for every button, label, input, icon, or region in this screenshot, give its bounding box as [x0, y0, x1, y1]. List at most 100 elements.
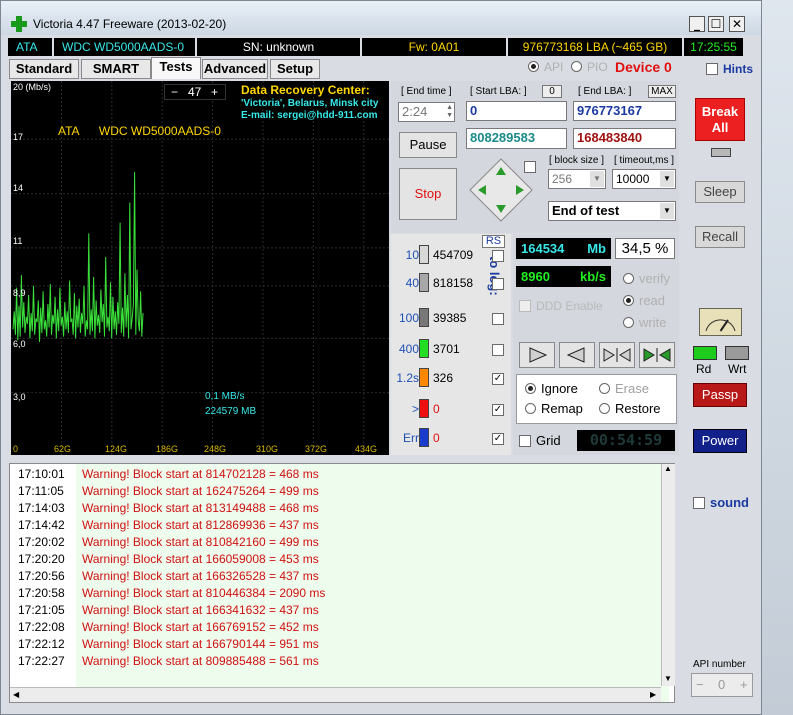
block-row: 400 3701 — [391, 339, 511, 361]
log-checkbox[interactable] — [492, 250, 504, 262]
end-action-value: End of test — [552, 203, 620, 218]
api-number-stepper[interactable]: − 0 + — [691, 673, 753, 697]
maximize-button[interactable]: ☐ — [708, 16, 724, 32]
close-button[interactable]: ✕ — [729, 16, 745, 32]
log-checkbox[interactable]: ✓ — [492, 433, 504, 445]
y-tick: 8,9 — [13, 288, 26, 298]
spin-down-icon[interactable]: − — [171, 85, 178, 99]
block-color-indicator — [419, 428, 429, 447]
tab-tests[interactable]: Tests — [151, 57, 201, 79]
log-checkbox[interactable]: ✓ — [492, 404, 504, 416]
log-vertical-scrollbar[interactable]: ▲ ▼ — [661, 464, 675, 686]
device-label[interactable]: Device 0 — [615, 59, 672, 75]
stop-button[interactable]: Stop — [399, 168, 457, 220]
end-lba-label: [ End LBA: ] — [578, 86, 632, 97]
speed-scale-spinner[interactable]: − 47 + — [164, 84, 226, 100]
tab-advanced[interactable]: Advanced — [202, 59, 268, 79]
block-count: 326 — [433, 371, 454, 385]
write-led — [725, 346, 749, 360]
direction-checkbox[interactable] — [524, 161, 536, 173]
sound-checkbox[interactable]: sound — [693, 495, 749, 510]
scroll-up-icon[interactable]: ▲ — [664, 464, 672, 473]
block-time-label: > — [411, 402, 419, 416]
log-checkbox[interactable] — [492, 278, 504, 290]
scroll-down-icon[interactable]: ▼ — [664, 674, 672, 683]
model-label: WDC WD5000AADS-0 — [54, 38, 197, 56]
ignore-radio[interactable]: Ignore — [525, 381, 578, 396]
y-tick: 17 — [13, 132, 24, 142]
erase-label: Erase — [615, 381, 649, 396]
app-icon — [11, 16, 27, 32]
end-time-spinner-icon[interactable]: ▲ ▼ — [446, 104, 453, 120]
tab-standard[interactable]: Standard — [9, 59, 79, 79]
remap-radio[interactable]: Remap — [525, 401, 583, 416]
play-back-icon[interactable] — [559, 342, 595, 368]
timeout-select[interactable]: 10000 ▼ — [612, 169, 676, 189]
chevron-down-icon[interactable]: ▼ — [660, 171, 674, 187]
pio-radio[interactable]: PIO — [571, 60, 608, 74]
end-lba-input[interactable]: 976773167 — [573, 101, 676, 121]
log-checkbox[interactable] — [492, 313, 504, 325]
log-row: 17:20:56 Warning! Block start at 1663265… — [10, 569, 669, 586]
end-lba-max-button[interactable]: MAX — [648, 85, 676, 98]
chevron-down-icon[interactable]: ▼ — [590, 171, 604, 187]
end-time-input[interactable]: 2:24 ▲ ▼ — [398, 102, 455, 122]
tab-smart[interactable]: SMART — [81, 59, 151, 79]
api-radio[interactable]: API — [528, 60, 563, 74]
start-lba-reset-button[interactable]: 0 — [542, 85, 562, 98]
recall-button[interactable]: Recall — [695, 226, 745, 248]
remaining-lba-field: 168483840 — [573, 128, 676, 149]
minimize-button[interactable]: _ — [689, 16, 705, 32]
passport-button[interactable]: Passp — [693, 383, 747, 407]
erase-radio[interactable]: Erase — [599, 381, 649, 396]
firmware-label: Fw: 0A01 — [362, 38, 508, 56]
read-led — [693, 346, 717, 360]
title-bar[interactable]: Victoria 4.47 Freeware (2013-02-20) _ ☐ … — [1, 1, 761, 35]
block-size-label: [ block size ] — [549, 155, 605, 166]
scroll-left-icon[interactable]: ◀ — [13, 690, 19, 699]
x-tick: 124G — [105, 444, 128, 454]
pause-button[interactable]: Pause — [399, 132, 457, 158]
log-time: 17:20:20 — [18, 552, 65, 566]
sleep-button[interactable]: Sleep — [695, 181, 745, 203]
block-time-label: 40 — [405, 276, 419, 290]
log-time: 17:20:58 — [18, 586, 65, 600]
gauge-icon — [699, 308, 742, 336]
minus-icon[interactable]: − — [696, 677, 704, 692]
block-color-indicator — [419, 273, 429, 292]
log-row: 17:22:08 Warning! Block start at 1667691… — [10, 620, 669, 637]
log-checkbox[interactable] — [492, 344, 504, 356]
play-icon[interactable] — [519, 342, 555, 368]
hints-checkbox[interactable]: Hints — [706, 62, 753, 76]
block-row: 100 39385 — [391, 308, 511, 330]
block-count: 3701 — [433, 342, 460, 356]
log-message: Warning! Block start at 166059008 = 453 … — [82, 552, 319, 566]
end-action-select[interactable]: End of test ▼ — [548, 201, 676, 221]
speed-trace — [12, 171, 144, 343]
restore-radio[interactable]: Restore — [599, 401, 661, 416]
current-lba-field: 808289583 — [466, 128, 567, 149]
scroll-right-icon[interactable]: ▶ — [650, 690, 656, 699]
power-button[interactable]: Power — [693, 429, 747, 453]
plus-icon[interactable]: + — [740, 677, 748, 692]
log-horizontal-scrollbar[interactable]: ◀ ▶ — [10, 687, 661, 702]
log-row: 17:21:05 Warning! Block start at 1663416… — [10, 603, 669, 620]
skip-end-icon[interactable] — [639, 342, 675, 368]
tab-setup[interactable]: Setup — [270, 59, 320, 79]
log-checkbox[interactable]: ✓ — [492, 373, 504, 385]
hints-label: Hints — [723, 62, 753, 76]
block-row: Err 0 ✓ — [391, 428, 511, 450]
read-radio[interactable]: read — [623, 293, 665, 308]
start-lba-input[interactable]: 0 — [466, 101, 567, 121]
skip-icon[interactable] — [599, 342, 635, 368]
block-count: 454709 — [433, 248, 474, 262]
block-size-select[interactable]: 256 ▼ — [548, 169, 606, 189]
grid-checkbox[interactable]: Grid — [519, 433, 561, 448]
ddd-checkbox[interactable]: DDD Enable — [519, 299, 603, 313]
verify-radio[interactable]: verify — [623, 271, 670, 286]
chevron-down-icon[interactable]: ▼ — [660, 203, 674, 219]
event-log[interactable]: 17:10:01 Warning! Block start at 8147021… — [9, 463, 675, 703]
spin-up-icon[interactable]: + — [211, 85, 218, 99]
break-all-button[interactable]: Break All — [695, 98, 745, 141]
write-radio[interactable]: write — [623, 315, 666, 330]
